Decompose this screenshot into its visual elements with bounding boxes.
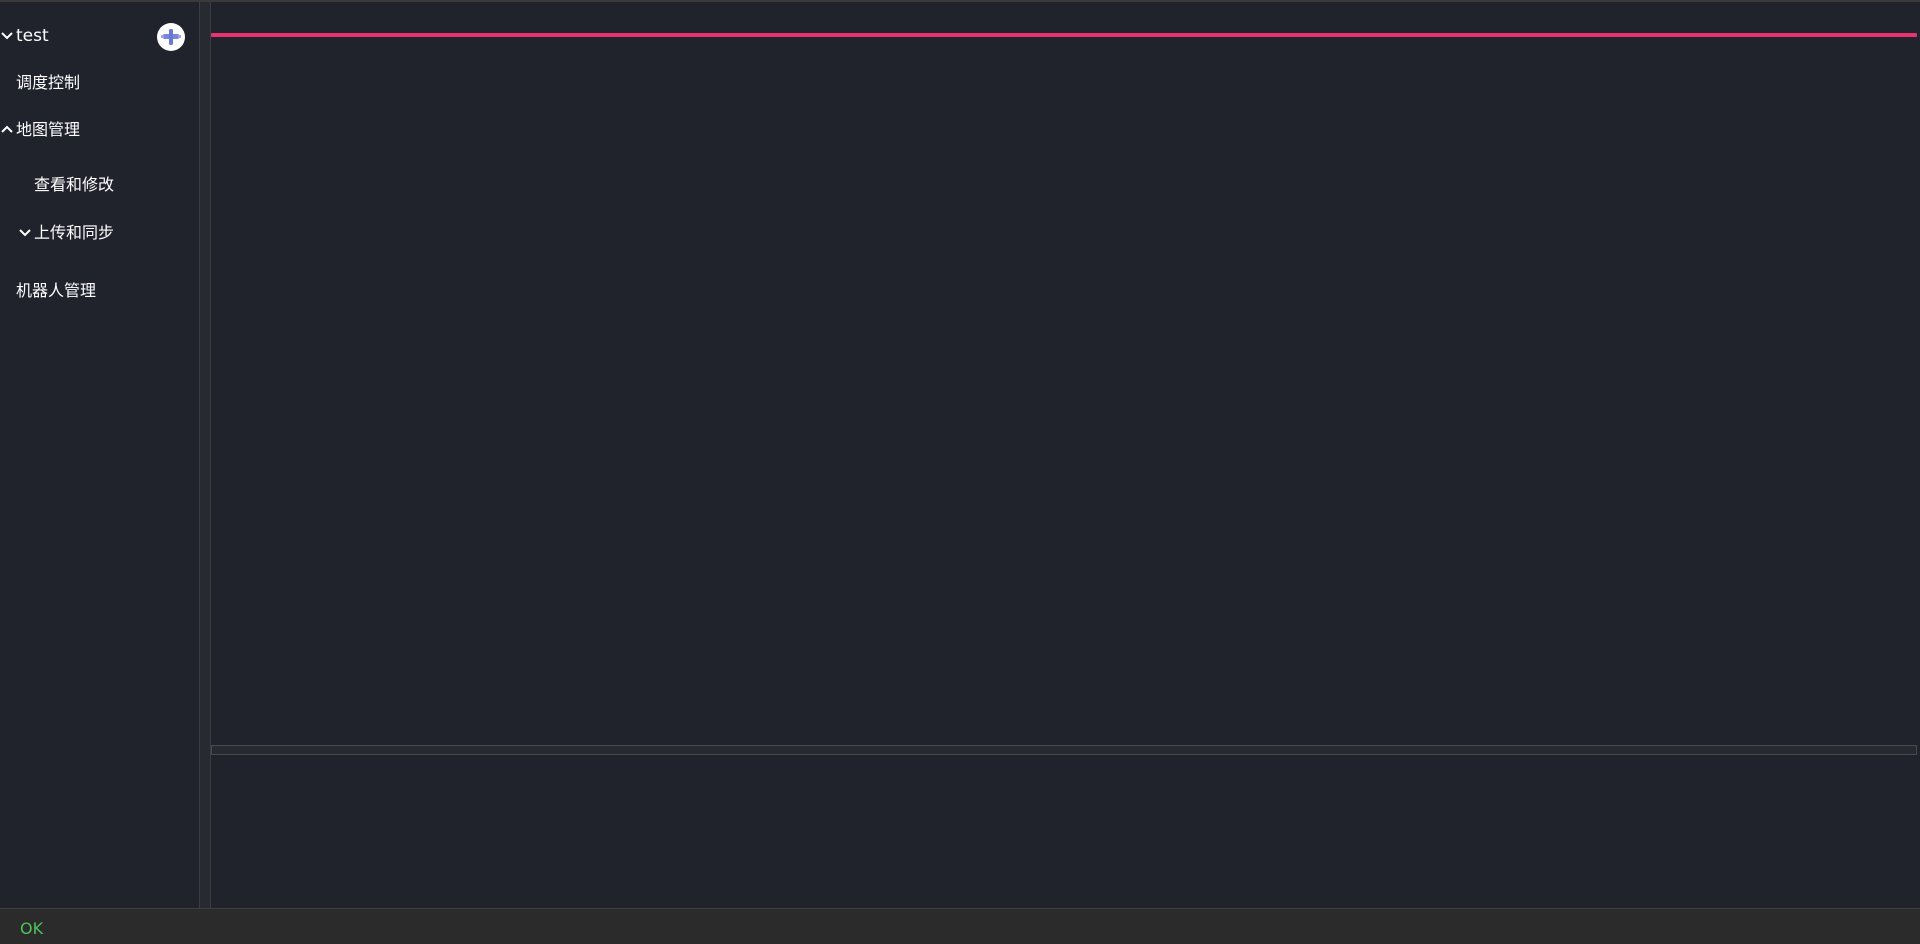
main-panel (211, 2, 1920, 908)
sidebar-splitter[interactable] (199, 2, 211, 908)
sidebar-item-upload-sync[interactable]: 上传和同步 (18, 218, 114, 248)
chevron-down-icon[interactable] (0, 28, 16, 44)
chevron-up-icon[interactable] (0, 122, 16, 138)
bottom-panel (211, 755, 1917, 908)
sidebar-item-label: 调度控制 (16, 73, 81, 92)
sidebar-item-label: 机器人管理 (16, 281, 97, 300)
chevron-down-icon[interactable] (18, 225, 34, 241)
add-robot-icon (161, 29, 181, 45)
sidebar: test 调度控制 地图管理 查看和修改 上传和同步 机器人管理 (0, 2, 199, 908)
app-window: test 调度控制 地图管理 查看和修改 上传和同步 机器人管理 OK (0, 0, 1920, 944)
sidebar-item-label: 地图管理 (16, 120, 81, 139)
status-bar: OK (0, 908, 1920, 944)
sidebar-item-view-edit[interactable]: 查看和修改 (34, 170, 114, 200)
tree-item-project[interactable]: test (0, 21, 49, 51)
sidebar-item-robot-management[interactable]: 机器人管理 (16, 276, 96, 306)
sidebar-item-map-management[interactable]: 地图管理 (0, 115, 80, 145)
accent-bar (211, 33, 1917, 37)
sidebar-item-dispatch-control[interactable]: 调度控制 (16, 68, 80, 98)
horizontal-splitter[interactable] (211, 745, 1917, 755)
sidebar-item-label: 查看和修改 (34, 175, 115, 194)
add-robot-button[interactable] (157, 23, 185, 51)
status-text: OK (20, 919, 44, 938)
sidebar-item-label: 上传和同步 (34, 223, 115, 242)
tree-item-label: test (16, 26, 49, 46)
